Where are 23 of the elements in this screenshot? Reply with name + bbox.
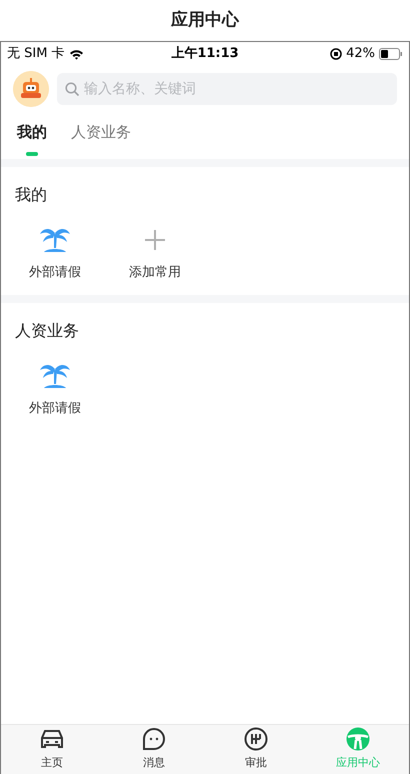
tab[interactable]: 我的 <box>17 121 47 144</box>
tab[interactable]: 人资业务 <box>71 121 131 144</box>
clock-text: 上午11:13 <box>171 45 239 64</box>
nav-tab[interactable]: 主页 <box>1 725 103 774</box>
carrier-text: 无 SIM 卡 <box>7 45 65 64</box>
search-field[interactable]: 输入名称、关键词 <box>57 73 397 105</box>
battery-text: 42% <box>346 45 376 64</box>
section-title: 人资业务 <box>14 320 80 342</box>
rotation-lock-icon <box>330 48 342 60</box>
app-button[interactable]: 外部请假 <box>17 225 93 282</box>
tab-indicator <box>26 152 38 156</box>
search-icon <box>65 82 80 97</box>
app-button[interactable]: 外部请假 <box>17 360 93 418</box>
chat-bubble-icon <box>141 727 167 752</box>
robot-avatar-icon[interactable] <box>13 71 49 107</box>
gear-shift-icon <box>243 727 269 752</box>
nav-tab[interactable]: 审批 <box>205 725 307 774</box>
page-title: 应用中心 <box>170 8 240 32</box>
nav-tab[interactable]: 消息 <box>103 725 205 774</box>
add-app-button[interactable]: 添加常用 <box>117 225 193 282</box>
section-title: 我的 <box>14 184 48 206</box>
battery-icon <box>379 48 404 60</box>
wifi-icon <box>68 48 84 60</box>
